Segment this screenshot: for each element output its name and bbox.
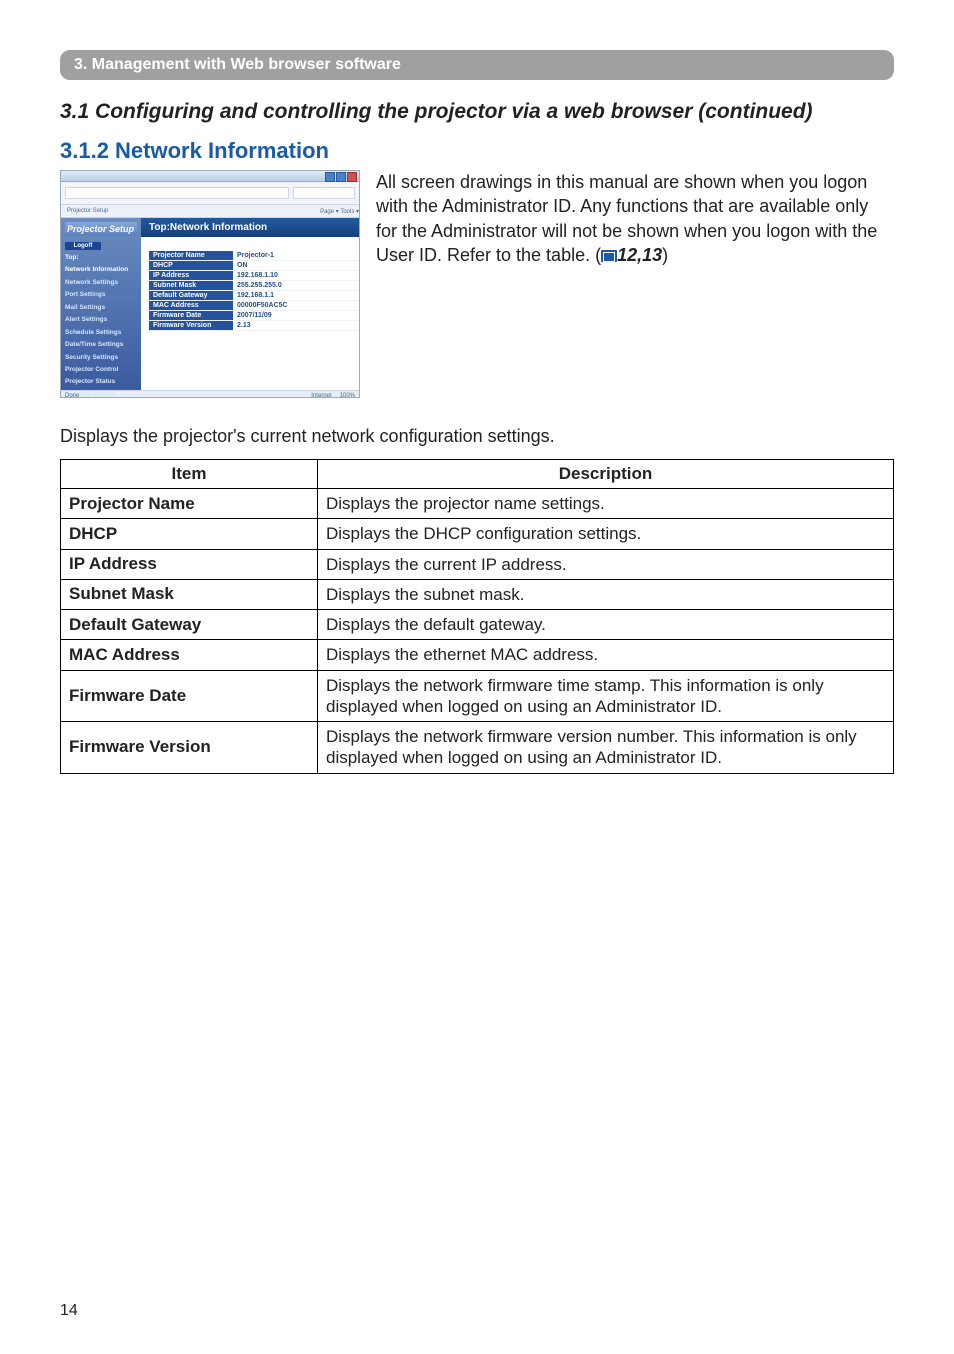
nav-alert-settings: Alert Settings	[65, 316, 137, 324]
chapter-title: 3. Management with Web browser software	[74, 56, 401, 73]
item-cell: Subnet Mask	[61, 579, 318, 609]
nav-security-settings: Security Settings	[65, 354, 137, 362]
nav-port-settings: Port Settings	[65, 291, 137, 299]
kv-val: 2.13	[233, 321, 359, 331]
desc-cell: Displays the network firmware version nu…	[318, 722, 894, 774]
search-field	[293, 187, 355, 199]
minimize-icon	[325, 172, 335, 182]
projector-sidebar: Projector Setup Logoff Top: Network Info…	[61, 218, 141, 390]
network-info-table: Item Description Projector Name Displays…	[60, 459, 894, 774]
desc-cell: Displays the projector name settings.	[318, 489, 894, 519]
nav-schedule-settings: Schedule Settings	[65, 329, 137, 337]
logoff-button: Logoff	[65, 242, 101, 250]
page-reference: 12,13	[617, 245, 662, 265]
network-info-values: Projector NameProjector-1 DHCPON IP Addr…	[149, 251, 359, 331]
kv-key: IP Address	[149, 271, 233, 281]
sidebar-title: Projector Setup	[65, 222, 137, 236]
desc-cell: Displays the network firmware time stamp…	[318, 670, 894, 722]
kv-val: 00000F50AC5C	[233, 301, 359, 311]
kv-key: DHCP	[149, 261, 233, 271]
desc-cell: Displays the current IP address.	[318, 549, 894, 579]
kv-val: 2007/11/09	[233, 311, 359, 321]
manual-reference-icon	[601, 250, 617, 262]
nav-projector-control: Projector Control	[65, 366, 137, 374]
status-zoom: 100%	[340, 393, 355, 398]
table-row: Projector Name Displays the projector na…	[61, 489, 894, 519]
nav-network-settings: Network Settings	[65, 279, 137, 287]
desc-cell: Displays the default gateway.	[318, 610, 894, 640]
table-intro-sentence: Displays the projector's current network…	[60, 426, 894, 447]
chapter-banner: 3. Management with Web browser software	[60, 50, 894, 80]
nav-mail-settings: Mail Settings	[65, 304, 137, 312]
close-icon	[347, 172, 357, 182]
table-row: IP Address Displays the current IP addre…	[61, 549, 894, 579]
table-row: Subnet Mask Displays the subnet mask.	[61, 579, 894, 609]
nav-network-information: Network Information	[65, 266, 137, 274]
window-buttons	[325, 172, 357, 182]
item-cell: MAC Address	[61, 640, 318, 670]
table-row: MAC Address Displays the ethernet MAC ad…	[61, 640, 894, 670]
section-heading-continued: 3.1 Configuring and controlling the proj…	[60, 100, 894, 124]
kv-key: Firmware Version	[149, 321, 233, 331]
desc-cell: Displays the DHCP configuration settings…	[318, 519, 894, 549]
kv-key: MAC Address	[149, 301, 233, 311]
embedded-screenshot: Projector Setup Page ▾ Tools ▾ Projector…	[60, 170, 360, 398]
maximize-icon	[336, 172, 346, 182]
status-left: Done	[65, 393, 79, 398]
item-cell: DHCP	[61, 519, 318, 549]
item-cell: Default Gateway	[61, 610, 318, 640]
col-header-item: Item	[61, 460, 318, 489]
status-zone: Internet	[311, 393, 331, 398]
address-field	[65, 187, 289, 199]
toolbar-actions: Page ▾ Tools ▾	[320, 208, 359, 215]
kv-val: Projector-1	[233, 251, 359, 261]
item-cell: Firmware Version	[61, 722, 318, 774]
kv-val: 255.255.255.0	[233, 281, 359, 291]
nav-top: Top:	[65, 254, 137, 262]
kv-key: Firmware Date	[149, 311, 233, 321]
table-row: Firmware Date Displays the network firmw…	[61, 670, 894, 722]
address-bar-row	[61, 182, 359, 205]
nav-datetime-settings: Date/Time Settings	[65, 341, 137, 349]
nav-projector-status: Projector Status	[65, 378, 137, 386]
desc-cell: Displays the ethernet MAC address.	[318, 640, 894, 670]
table-row: Default Gateway Displays the default gat…	[61, 610, 894, 640]
toolbar-tab-label: Projector Setup	[67, 208, 108, 214]
item-cell: Projector Name	[61, 489, 318, 519]
kv-val: 192.168.1.1	[233, 291, 359, 301]
kv-val: 192.168.1.10	[233, 271, 359, 281]
window-titlebar	[61, 171, 359, 182]
kv-key: Default Gateway	[149, 291, 233, 301]
browser-toolbar: Projector Setup Page ▾ Tools ▾	[61, 205, 359, 218]
col-header-description: Description	[318, 460, 894, 489]
item-cell: Firmware Date	[61, 670, 318, 722]
kv-key: Projector Name	[149, 251, 233, 261]
content-panel-title: Top:Network Information	[141, 218, 359, 237]
kv-val: ON	[233, 261, 359, 271]
intro-close: )	[662, 245, 668, 265]
desc-cell: Displays the subnet mask.	[318, 579, 894, 609]
item-cell: IP Address	[61, 549, 318, 579]
page-number: 14	[60, 1302, 78, 1320]
table-row: DHCP Displays the DHCP configuration set…	[61, 519, 894, 549]
subsection-heading: 3.1.2 Network Information	[60, 138, 894, 164]
kv-key: Subnet Mask	[149, 281, 233, 291]
table-row: Firmware Version Displays the network fi…	[61, 722, 894, 774]
intro-paragraph: All screen drawings in this manual are s…	[376, 170, 894, 267]
